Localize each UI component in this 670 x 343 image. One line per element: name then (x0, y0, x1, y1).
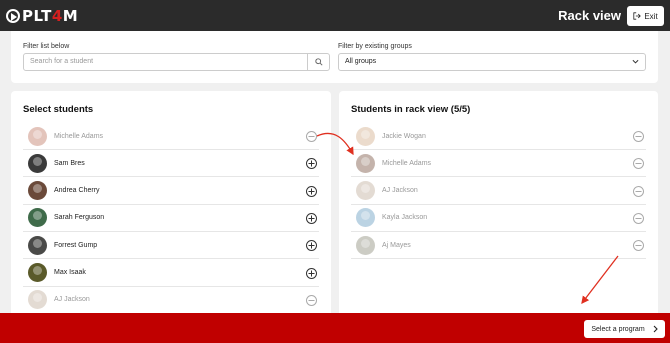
student-row: AJ Jackson (351, 178, 646, 205)
avatar (356, 181, 375, 201)
logo: PLT4M (6, 7, 78, 25)
avatar (28, 290, 47, 310)
avatar (28, 181, 47, 201)
student-name: Andrea Cherry (54, 187, 100, 195)
search-label: Filter list below (23, 43, 70, 50)
remove-student-button[interactable] (633, 212, 644, 224)
minus-icon (635, 245, 642, 247)
exit-icon (633, 12, 642, 20)
plus-icon (308, 215, 315, 222)
chevron-right-icon (653, 325, 658, 333)
student-row: Michelle Adams (351, 150, 646, 178)
filter-card: Filter list below Search for a student F… (11, 31, 658, 83)
avatar (356, 235, 375, 255)
search-icon (314, 58, 323, 66)
remove-student-button[interactable] (633, 158, 644, 170)
avatar (28, 208, 47, 228)
add-student-button[interactable] (306, 267, 317, 279)
remove-student-button[interactable] (306, 131, 317, 142)
avatar (356, 153, 375, 173)
student-name: AJ Jackson (54, 296, 90, 304)
logo-play-icon (6, 9, 20, 23)
exit-button[interactable]: Exit (627, 6, 664, 26)
select-program-button[interactable]: Select a program (584, 320, 665, 338)
add-student-button[interactable] (306, 158, 317, 170)
chevron-down-icon (632, 54, 639, 77)
minus-icon (635, 217, 642, 219)
plus-icon (308, 160, 315, 167)
student-name: Michelle Adams (382, 159, 432, 167)
rack-view-panel: Students in rack view (5/5) Jackie Wogan… (339, 91, 658, 321)
student-row: Forrest Gump (23, 232, 319, 260)
student-row: Sarah Ferguson (23, 205, 319, 232)
search-button[interactable] (307, 54, 329, 70)
remove-student-button[interactable] (633, 185, 644, 197)
add-student-button[interactable] (306, 185, 317, 197)
student-name: Michelle Adams (54, 132, 104, 140)
avatar (28, 263, 47, 282)
student-row: Andrea Cherry (23, 178, 319, 205)
avatar (28, 126, 47, 146)
select-students-panel: Select students Michelle Adams Sam Bres An… (11, 91, 331, 321)
page-title: Rack view (558, 8, 621, 23)
minus-icon (635, 163, 642, 165)
minus-icon (308, 136, 315, 137)
student-row: Michelle Adams (23, 123, 319, 150)
plus-icon (308, 242, 315, 249)
student-row: Kayla Jackson (351, 205, 646, 232)
minus-icon (635, 136, 642, 137)
student-row: Max Isaak (23, 260, 319, 287)
plus-icon (308, 188, 315, 195)
select-students-title: Select students (23, 104, 94, 115)
group-select[interactable]: All groups (338, 53, 646, 71)
top-bar: PLT4M Rack view Exit (0, 0, 670, 31)
student-name: Max Isaak (54, 269, 86, 276)
student-name: Aj Mayes (382, 241, 411, 249)
student-name: Forrest Gump (54, 241, 98, 249)
avatar (356, 126, 375, 146)
minus-icon (635, 190, 642, 192)
select-program-label: Select a program (591, 325, 645, 333)
avatar (28, 153, 47, 173)
minus-icon (308, 299, 315, 301)
exit-label: Exit (644, 11, 658, 21)
remove-student-button[interactable] (306, 294, 317, 306)
plus-icon (308, 270, 315, 276)
student-row: Aj Mayes (351, 232, 646, 260)
remove-student-button[interactable] (633, 240, 644, 252)
student-name: Jackie Wogan (382, 132, 426, 140)
student-row: AJ Jackson (23, 287, 319, 314)
group-select-value: All groups (345, 58, 377, 65)
student-name: Sarah Ferguson (54, 214, 105, 222)
add-student-button[interactable] (306, 212, 317, 224)
logo-text: PLT4M (22, 7, 79, 25)
group-filter-label: Filter by existing groups (338, 43, 412, 50)
student-name: AJ Jackson (382, 187, 418, 195)
add-student-button[interactable] (306, 240, 317, 252)
student-row: Jackie Wogan (351, 123, 646, 150)
student-name: Sam Bres (54, 159, 85, 167)
remove-student-button[interactable] (633, 131, 644, 142)
avatar (28, 235, 47, 255)
rack-view-title: Students in rack view (5/5) (351, 104, 471, 115)
avatar (356, 208, 375, 228)
search-box: Search for a student (23, 53, 330, 71)
student-name: Kayla Jackson (382, 214, 428, 222)
search-input[interactable]: Search for a student (24, 54, 307, 70)
student-row: Sam Bres (23, 150, 319, 178)
bottom-bar: Select a program (0, 313, 670, 343)
